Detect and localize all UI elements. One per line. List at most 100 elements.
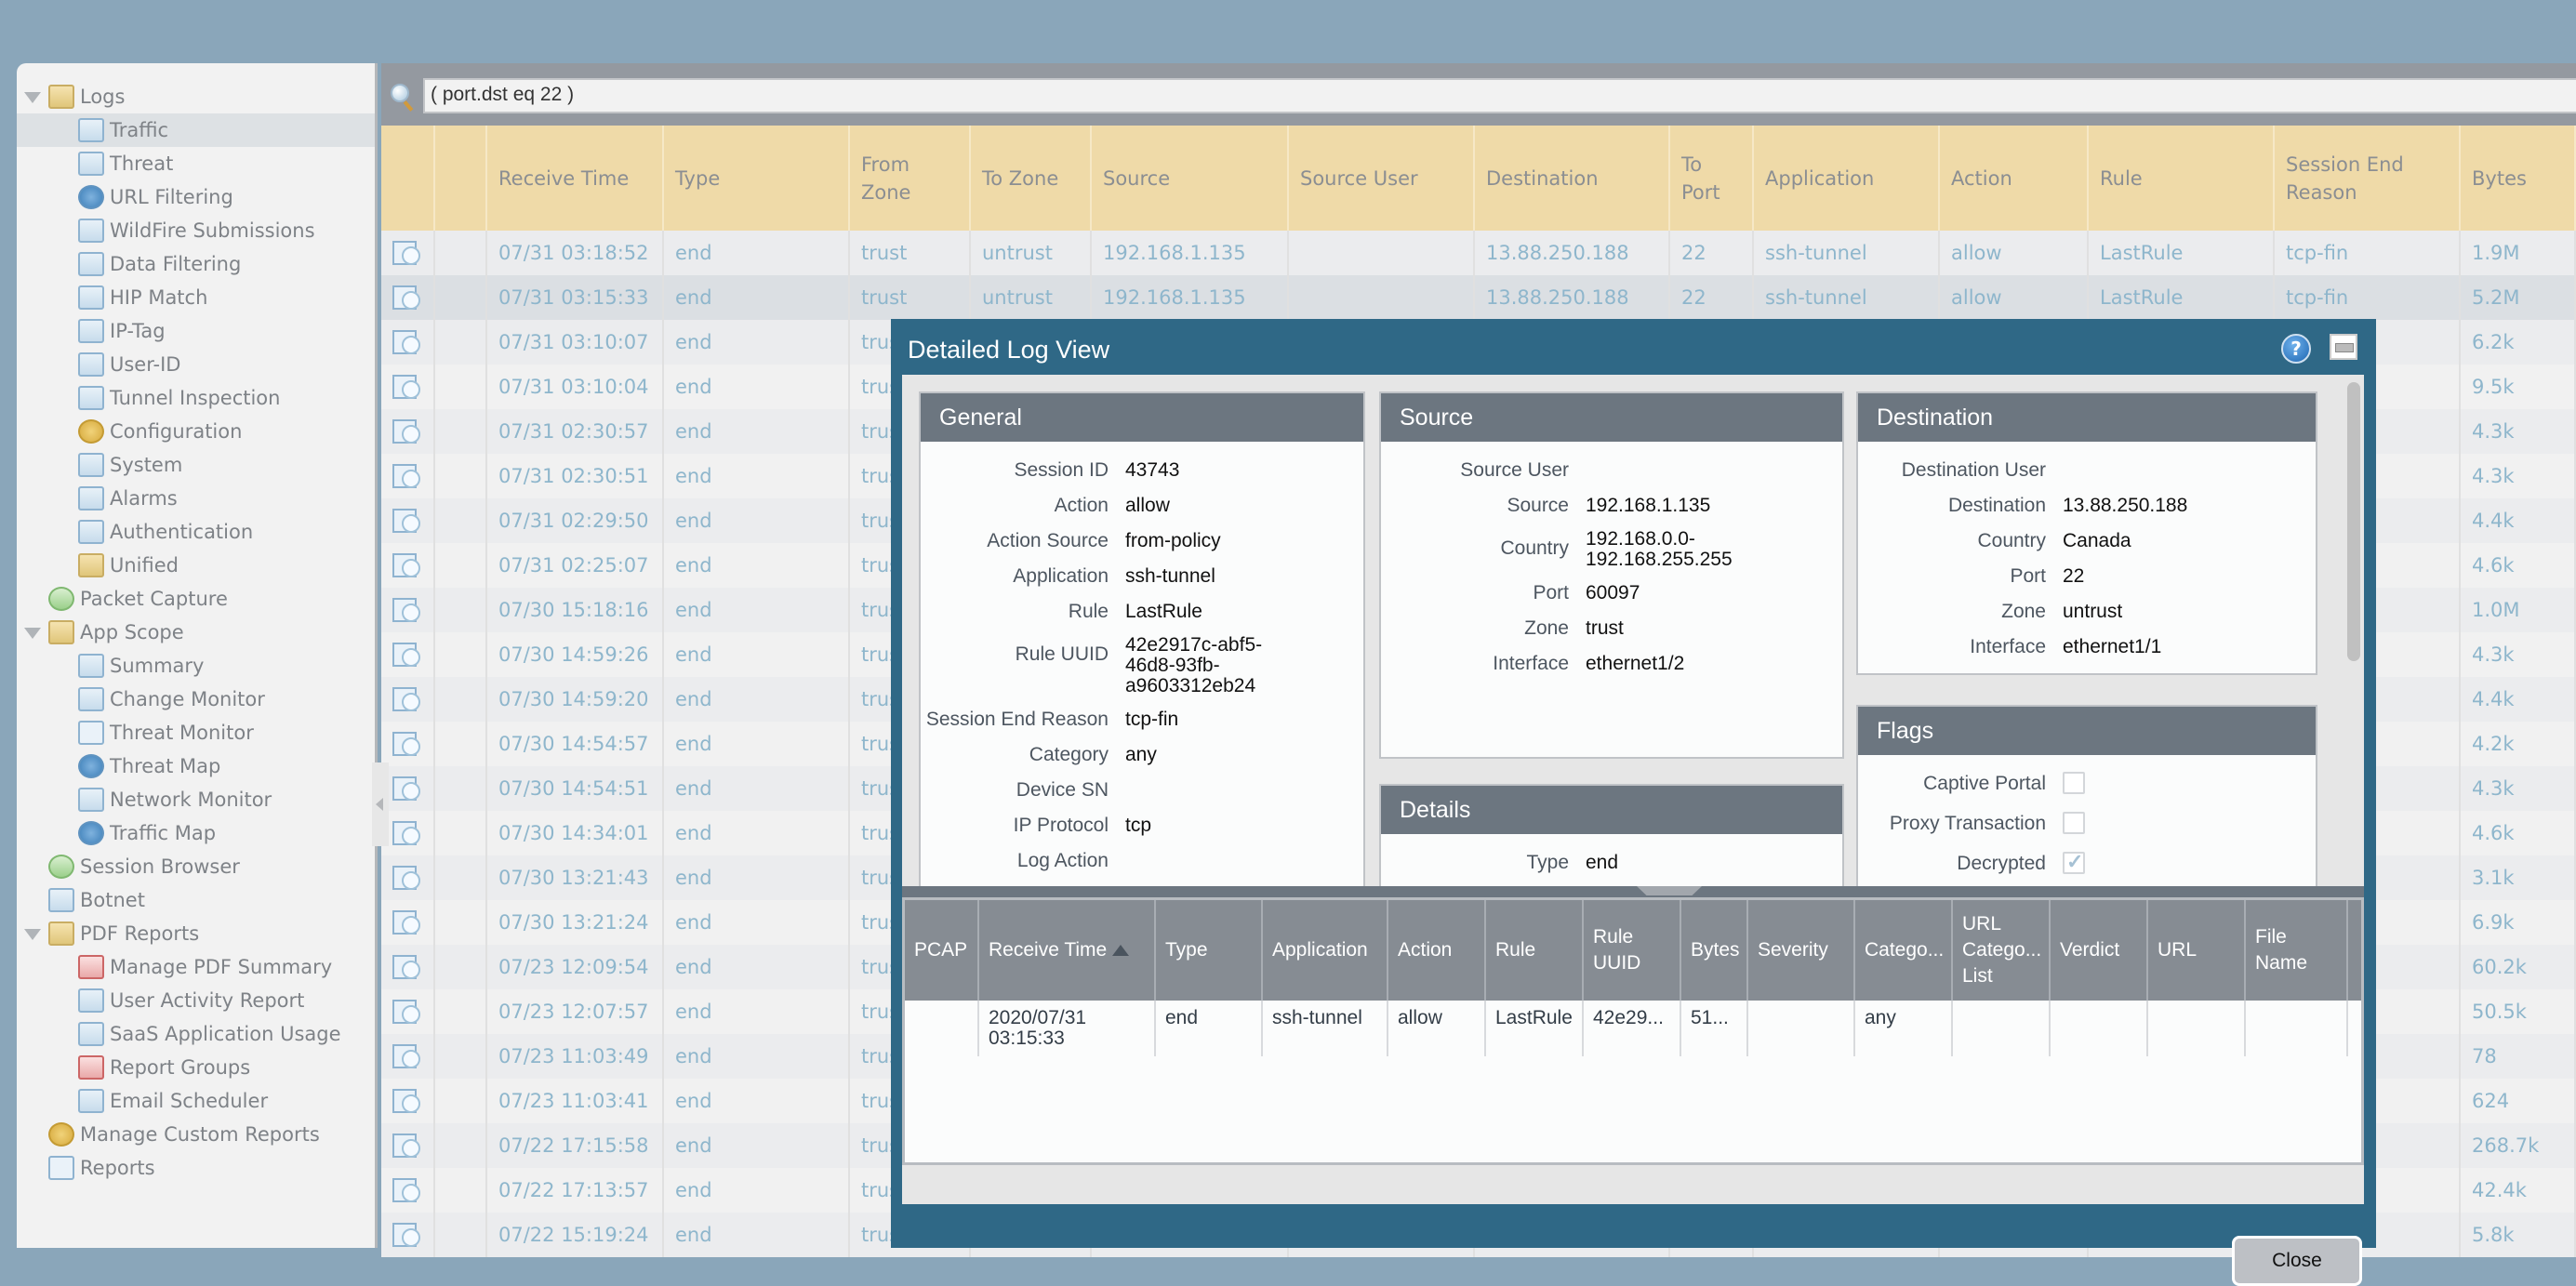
related-column-header[interactable]: Rule [1486,900,1584,1001]
log-detail-magnifier-icon[interactable] [392,776,420,801]
splitter-handle[interactable] [1637,886,1702,895]
sidebar-item-system[interactable]: System [17,448,375,482]
sidebar-item-manage-pdf-summary[interactable]: Manage PDF Summary [17,950,375,984]
related-column-header[interactable]: File Name [2246,900,2348,1001]
sidebar-item-threat[interactable]: Threat [17,147,375,180]
column-header[interactable]: From Zone [850,126,971,231]
log-detail-magnifier-icon[interactable] [392,509,420,533]
log-detail-magnifier-icon[interactable] [392,1044,420,1068]
sidebar-item-wildfire-submissions[interactable]: WildFire Submissions [17,214,375,247]
sidebar-item-traffic-map[interactable]: Traffic Map [17,816,375,850]
minimize-icon[interactable] [2330,334,2357,360]
log-detail-magnifier-icon[interactable] [392,241,420,265]
sidebar-item-alarms[interactable]: Alarms [17,482,375,515]
related-column-header[interactable]: Rule UUID [1584,900,1681,1001]
log-detail-magnifier-icon[interactable] [392,375,420,399]
column-header[interactable]: Action [1940,126,2089,231]
related-column-header[interactable]: URL Catego... List [1953,900,2051,1001]
help-icon[interactable]: ? [2281,334,2311,364]
table-row[interactable]: 07/31 03:18:52 end trust untrust 192.168.1.1… [381,231,2576,275]
log-detail-magnifier-icon[interactable] [392,598,420,622]
filter-input[interactable]: ( port.dst eq 22 ) [423,78,2576,113]
log-detail-magnifier-icon[interactable] [392,1134,420,1158]
sidebar-item-hip-match[interactable]: HIP Match [17,281,375,314]
sidebar-item-packet-capture[interactable]: Packet Capture [17,582,375,616]
related-column-header[interactable]: URL [2148,900,2246,1001]
sidebar-item-ip-tag[interactable]: IP-Tag [17,314,375,348]
sidebar-item-threat-map[interactable]: Threat Map [17,749,375,783]
expand-triangle-icon[interactable] [24,628,41,639]
sidebar-item-report-groups[interactable]: Report Groups [17,1051,375,1084]
column-header[interactable]: Source User [1289,126,1475,231]
sidebar-item-saas-application-usage[interactable]: SaaS Application Usage [17,1017,375,1051]
related-column-header[interactable]: Bytes [1681,900,1748,1001]
column-header[interactable]: To Port [1670,126,1754,231]
related-column-header[interactable]: Application [1263,900,1388,1001]
column-header[interactable] [435,126,487,231]
expand-triangle-icon[interactable] [24,92,41,103]
sidebar-item-pdf-reports[interactable]: PDF Reports [17,917,375,950]
log-detail-magnifier-icon[interactable] [392,553,420,577]
column-header[interactable] [381,126,435,231]
log-detail-magnifier-icon[interactable] [392,643,420,667]
log-detail-magnifier-icon[interactable] [392,419,420,444]
related-column-header[interactable]: Severity [1748,900,1855,1001]
log-detail-magnifier-icon[interactable] [392,866,420,890]
log-detail-magnifier-icon[interactable] [392,732,420,756]
sidebar-item-configuration[interactable]: Configuration [17,415,375,448]
related-column-header[interactable]: Action [1388,900,1486,1001]
sidebar-item-email-scheduler[interactable]: Email Scheduler [17,1084,375,1118]
related-column-header[interactable]: PCAP [905,900,979,1001]
sidebar-item-botnet[interactable]: Botnet [17,883,375,917]
column-header[interactable]: Rule [2089,126,2275,231]
sidebar-item-tunnel-inspection[interactable]: Tunnel Inspection [17,381,375,415]
column-header[interactable]: To Zone [971,126,1092,231]
table-row[interactable]: 07/31 03:15:33 end trust untrust 192.168.1.1… [381,275,2576,320]
related-column-header[interactable]: Verdict [2051,900,2148,1001]
log-detail-magnifier-icon[interactable] [392,821,420,845]
expand-triangle-icon[interactable] [24,929,41,940]
column-header[interactable]: Destination [1475,126,1670,231]
sidebar-item-session-browser[interactable]: Session Browser [17,850,375,883]
sidebar-item-authentication[interactable]: Authentication [17,515,375,549]
log-detail-magnifier-icon[interactable] [392,955,420,979]
column-header[interactable]: Session End Reason [2275,126,2461,231]
log-detail-magnifier-icon[interactable] [392,330,420,354]
sidebar-item-summary[interactable]: Summary [17,649,375,683]
related-table-row[interactable]: 2020/07/31 03:15:33 end ssh-tunnel allow Las… [905,1001,2361,1056]
sidebar-item-url-filtering[interactable]: URL Filtering [17,180,375,214]
sidebar-item-data-filtering[interactable]: Data Filtering [17,247,375,281]
sidebar-collapse-handle[interactable] [372,762,389,846]
log-detail-magnifier-icon[interactable] [392,687,420,711]
detail-scrollbar[interactable] [2347,382,2360,661]
sidebar-item-threat-monitor[interactable]: Threat Monitor [17,716,375,749]
log-detail-magnifier-icon[interactable] [392,1000,420,1024]
log-detail-magnifier-icon[interactable] [392,285,420,310]
sidebar-item-reports[interactable]: Reports [17,1151,375,1185]
log-detail-magnifier-icon[interactable] [392,1178,420,1202]
sidebar-item-logs[interactable]: Logs [17,80,375,113]
column-header[interactable]: Receive Time [487,126,664,231]
sidebar-item-traffic[interactable]: Traffic [17,113,375,147]
search-icon[interactable] [391,84,409,102]
column-header[interactable]: Type [664,126,850,231]
sidebar-item-change-monitor[interactable]: Change Monitor [17,683,375,716]
sidebar-item-user-activity-report[interactable]: User Activity Report [17,984,375,1017]
column-header[interactable]: Bytes [2461,126,2576,231]
sort-ascending-icon[interactable] [1112,945,1130,956]
sidebar-item-unified[interactable]: Unified [17,549,375,582]
log-detail-magnifier-icon[interactable] [392,464,420,488]
log-detail-magnifier-icon[interactable] [392,1089,420,1113]
log-detail-magnifier-icon[interactable] [392,910,420,935]
sidebar-item-app-scope[interactable]: App Scope [17,616,375,649]
column-header[interactable]: Application [1754,126,1940,231]
related-column-header[interactable]: Catego... [1855,900,1953,1001]
related-column-header[interactable]: Receive Time [979,900,1156,1001]
sidebar-item-user-id[interactable]: User-ID [17,348,375,381]
close-button[interactable]: Close [2232,1236,2362,1286]
related-column-header[interactable]: Type [1156,900,1263,1001]
sidebar-item-manage-custom-reports[interactable]: Manage Custom Reports [17,1118,375,1151]
log-detail-magnifier-icon[interactable] [392,1223,420,1247]
sidebar-item-network-monitor[interactable]: Network Monitor [17,783,375,816]
pane-splitter[interactable] [902,886,2364,897]
